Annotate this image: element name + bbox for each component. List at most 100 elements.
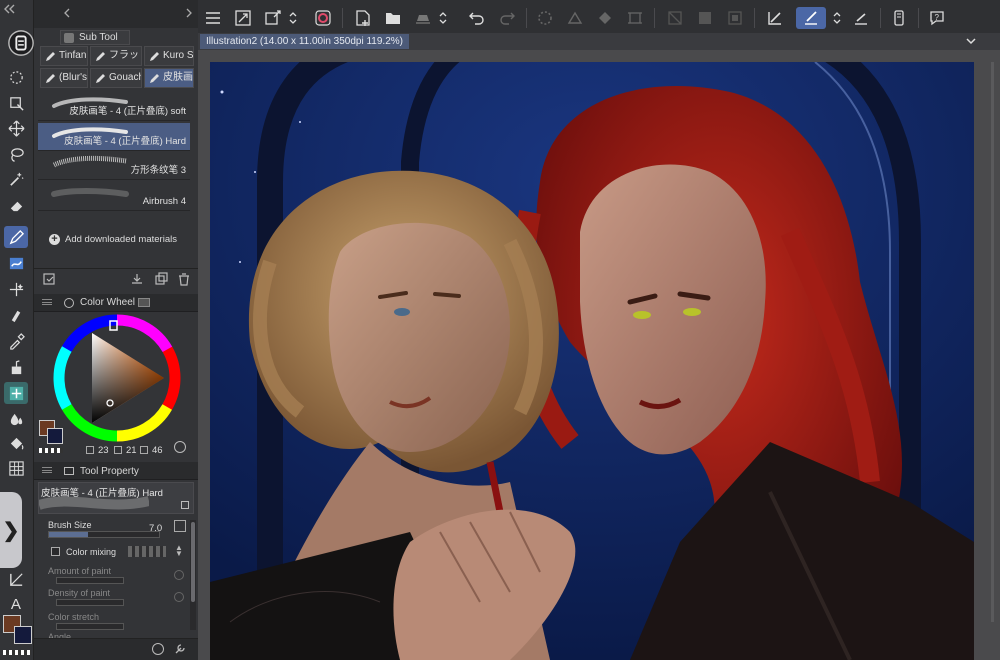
color-mode-icon[interactable] xyxy=(174,441,186,453)
open-folder-icon[interactable] xyxy=(382,7,404,29)
subtool-tab-furatto[interactable]: フラッ xyxy=(90,46,142,66)
mixing-stepper-icon[interactable]: ▲ ▼ xyxy=(174,544,184,558)
tool-property-scrollbar[interactable] xyxy=(190,520,196,630)
subtool-tab-gouache[interactable]: Gouach xyxy=(90,68,142,88)
settings-icon[interactable] xyxy=(152,643,164,655)
import-icon[interactable] xyxy=(130,272,144,286)
transform-icon[interactable] xyxy=(624,7,646,29)
brush-tab-icon xyxy=(44,72,57,85)
panel-grip-icon[interactable] xyxy=(42,467,52,473)
chevron-down-icon[interactable] xyxy=(964,34,978,48)
ruler-snap-icon[interactable] xyxy=(764,7,786,29)
move-icon[interactable] xyxy=(4,117,28,139)
subtool-settings-icon[interactable] xyxy=(42,272,56,286)
subtool-tab-blur[interactable]: (Blur's xyxy=(40,68,88,88)
trash-icon[interactable] xyxy=(177,272,191,286)
transparent-color-swatch[interactable] xyxy=(39,448,63,453)
tool-property-header: Tool Property xyxy=(34,462,198,480)
subtool-tab-tinfan[interactable]: Tinfan xyxy=(40,46,88,66)
figure-icon[interactable] xyxy=(4,382,28,404)
ink-bottle-icon[interactable] xyxy=(4,356,28,378)
expand-panel-button[interactable]: ❯ xyxy=(0,492,22,568)
lasso-icon[interactable] xyxy=(4,143,28,165)
sparkle-icon[interactable] xyxy=(4,278,28,300)
collapse-panel-icon[interactable] xyxy=(2,3,16,15)
collapse-left-icon[interactable] xyxy=(62,8,72,18)
fit-canvas-icon[interactable] xyxy=(232,7,254,29)
pen-tool-icon[interactable] xyxy=(4,226,28,248)
subtool-tab-kuro[interactable]: Kuro S xyxy=(144,46,194,66)
wrench-icon[interactable] xyxy=(174,643,186,655)
deselect-icon[interactable] xyxy=(664,7,686,29)
mixing-mode-icon[interactable] xyxy=(128,546,166,557)
tool-property-title[interactable]: Tool Property xyxy=(80,466,139,477)
app-logo-icon[interactable] xyxy=(6,28,36,58)
text-tool-icon[interactable]: A xyxy=(4,592,28,614)
brush-tab-icon xyxy=(94,50,107,63)
help-icon[interactable]: ? xyxy=(926,7,948,29)
record-icon[interactable] xyxy=(312,7,334,29)
sub-color-swatch-small[interactable] xyxy=(14,626,32,644)
canvas-scrollbar[interactable] xyxy=(991,62,994,622)
bucket-icon[interactable] xyxy=(4,432,28,454)
stepper-icon[interactable] xyxy=(830,7,844,29)
amount-of-paint-slider[interactable] xyxy=(56,577,124,584)
smartphone-icon[interactable] xyxy=(888,7,910,29)
brush-item[interactable]: Airbrush 4 xyxy=(38,183,190,211)
pressure-icon[interactable] xyxy=(174,520,186,532)
grid-icon[interactable] xyxy=(4,457,28,479)
stepper-icon[interactable] xyxy=(436,7,450,29)
command-bar: ? xyxy=(198,0,1000,36)
document-tab[interactable]: Illustration2 (14.00 x 11.00in 350dpi 11… xyxy=(200,34,409,49)
snap-to-grid-icon[interactable] xyxy=(850,7,872,29)
density-of-paint-slider[interactable] xyxy=(56,599,124,606)
artwork-canvas[interactable] xyxy=(210,62,974,660)
blur-icon[interactable] xyxy=(4,408,28,430)
redo-icon[interactable] xyxy=(496,7,518,29)
clear-layer-icon[interactable] xyxy=(564,7,586,29)
fill-selection-icon[interactable] xyxy=(594,7,616,29)
sub-color-swatch[interactable] xyxy=(47,428,63,444)
save-cloud-icon[interactable] xyxy=(412,7,434,29)
invert-selection-icon[interactable] xyxy=(694,7,716,29)
brush-item[interactable]: 方形条纹笔 3 xyxy=(38,152,190,180)
brush-item[interactable]: 皮肤画笔 - 4 (正片叠底) soft xyxy=(38,93,190,121)
subtool-tab-label: フラッ xyxy=(109,50,139,61)
loading-icon[interactable] xyxy=(534,7,556,29)
lock-icon[interactable] xyxy=(181,501,189,509)
side-panel: Sub Tool Tinfan フラッ Kuro S (Blur's Gouac… xyxy=(34,0,198,660)
subtool-tab-label: 皮肤画 xyxy=(163,72,193,83)
eraser-icon[interactable] xyxy=(4,194,28,216)
layer-select-icon[interactable] xyxy=(4,92,28,114)
color-slider-tab-icon[interactable] xyxy=(138,298,150,307)
color-wheel[interactable] xyxy=(52,313,182,443)
collapse-right-icon[interactable] xyxy=(184,8,194,18)
brush-size-slider[interactable] xyxy=(48,531,160,538)
magic-wand-icon[interactable] xyxy=(4,168,28,190)
add-downloaded-materials[interactable]: Add downloaded materials xyxy=(65,234,177,245)
subtool-tab-skin[interactable]: 皮肤画 xyxy=(144,68,194,88)
hsv-s-value: 21 xyxy=(126,445,137,456)
new-file-icon[interactable] xyxy=(352,7,374,29)
color-wheel-title[interactable]: Color Wheel xyxy=(80,297,135,308)
fill-pen-icon[interactable] xyxy=(4,304,28,326)
color-stretch-slider[interactable] xyxy=(56,623,124,630)
selection-border-icon[interactable] xyxy=(724,7,746,29)
brush-size-value[interactable]: 7.0 xyxy=(149,523,162,534)
color-mixing-checkbox[interactable] xyxy=(51,547,60,556)
brush-item-selected[interactable]: 皮肤画笔 - 4 (正片叠底) Hard xyxy=(38,123,190,151)
ruler-icon[interactable] xyxy=(4,568,28,590)
stepper-icon[interactable] xyxy=(286,7,300,29)
duplicate-icon[interactable] xyxy=(154,272,168,286)
snap-to-special-ruler-icon[interactable] xyxy=(796,7,826,29)
panel-grip-icon[interactable] xyxy=(42,299,52,305)
eyedropper-icon[interactable] xyxy=(4,330,28,352)
add-icon[interactable]: + xyxy=(49,234,60,245)
transparent-color-icon[interactable] xyxy=(3,650,31,655)
lasso-select-icon[interactable] xyxy=(4,66,28,88)
sub-tool-tab[interactable]: Sub Tool xyxy=(60,30,130,45)
undo-icon[interactable] xyxy=(466,7,488,29)
blend-icon[interactable] xyxy=(4,252,28,274)
rotate-canvas-icon[interactable] xyxy=(262,7,284,29)
menu-icon[interactable] xyxy=(202,7,224,29)
